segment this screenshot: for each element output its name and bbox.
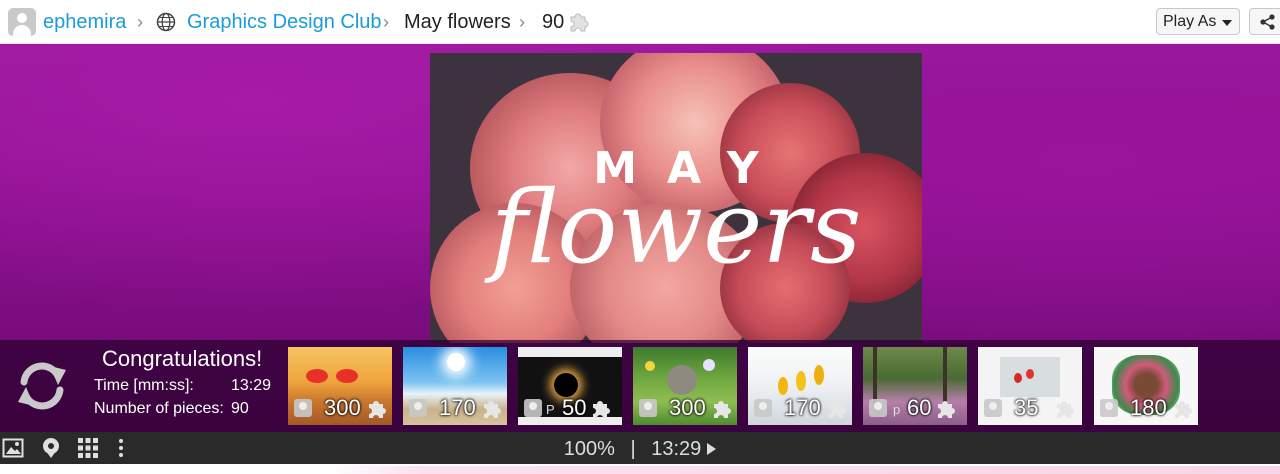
share-icon xyxy=(1260,14,1275,30)
puzzle-piece-icon xyxy=(938,401,955,418)
breadcrumb-piece-count: 90 xyxy=(542,11,565,33)
avatar-icon xyxy=(1100,399,1118,417)
piece-count: 170 xyxy=(784,395,821,420)
suggested-puzzle-thumbnail[interactable]: 35 xyxy=(978,347,1082,425)
piece-count: 170 xyxy=(439,395,476,420)
status-readout: 100% | 13:29 xyxy=(0,438,1280,461)
suggested-puzzle-thumbnail[interactable]: 180 xyxy=(1094,347,1198,425)
suggested-puzzle-thumbnail[interactable]: 300 xyxy=(288,347,392,425)
share-button[interactable] xyxy=(1249,8,1280,35)
timer-value: 13:29 xyxy=(651,438,702,460)
completed-puzzle-image[interactable]: MAY flowers xyxy=(430,53,922,343)
avatar-icon xyxy=(524,399,542,417)
avatar-icon xyxy=(869,399,887,417)
completion-panel: Congratulations! Time [mm:ss]: 13:29 Num… xyxy=(0,340,1280,432)
puzzle-piece-icon xyxy=(1175,401,1192,418)
status-separator: | xyxy=(630,438,636,460)
user-avatar-icon[interactable] xyxy=(8,8,36,36)
top-navigation-bar: ephemira › Graphics Design Club › May fl… xyxy=(0,0,1280,44)
suggested-puzzle-thumbnail[interactable]: 170 xyxy=(403,347,507,425)
breadcrumb-club-link[interactable]: Graphics Design Club xyxy=(187,10,382,34)
play-as-dropdown[interactable]: Play As xyxy=(1156,8,1240,35)
page-footer-strip xyxy=(0,464,1280,474)
refresh-icon[interactable] xyxy=(14,358,70,414)
puzzle-piece-icon xyxy=(369,401,386,418)
play-icon[interactable] xyxy=(707,443,717,455)
pieces-label: Number of pieces: xyxy=(94,400,224,417)
suggested-puzzle-thumbnail[interactable]: 300 xyxy=(633,347,737,425)
zoom-level[interactable]: 100% xyxy=(564,438,615,460)
time-label: Time [mm:ss]: xyxy=(94,377,194,394)
suggested-puzzle-thumbnail[interactable]: P 50 xyxy=(518,347,622,425)
congratulations-title: Congratulations! xyxy=(102,346,263,371)
avatar-icon xyxy=(294,399,312,417)
globe-icon xyxy=(156,12,176,32)
private-tag: P xyxy=(546,402,555,417)
caret-down-icon xyxy=(1222,20,1232,26)
avatar-icon xyxy=(754,399,772,417)
puzzle-piece-icon xyxy=(484,401,501,418)
chevron-right-icon: › xyxy=(383,12,389,32)
puzzle-piece-icon xyxy=(593,401,610,418)
avatar-icon xyxy=(984,399,1002,417)
piece-count: 180 xyxy=(1130,395,1167,420)
time-value: 13:29 xyxy=(231,377,272,394)
bottom-toolbar: 100% | 13:29 xyxy=(0,432,1280,464)
play-as-label: Play As xyxy=(1163,13,1217,30)
breadcrumb-user-link[interactable]: ephemira xyxy=(43,10,126,34)
pieces-value: 90 xyxy=(231,400,249,417)
avatar-icon xyxy=(639,399,657,417)
piece-count: 300 xyxy=(669,395,706,420)
piece-count: 300 xyxy=(324,395,361,420)
puzzle-piece-icon xyxy=(714,401,731,418)
piece-count: 60 xyxy=(907,395,932,420)
avatar-icon xyxy=(409,399,427,417)
breadcrumb-puzzle-title: May flowers xyxy=(404,11,511,33)
suggested-puzzle-thumbnail[interactable]: p 60 xyxy=(863,347,967,425)
puzzle-piece-icon xyxy=(829,401,846,418)
puzzle-piece-icon xyxy=(1057,401,1074,418)
suggested-puzzle-thumbnail[interactable]: 170 xyxy=(748,347,852,425)
piece-count: 35 xyxy=(1014,395,1039,420)
chevron-right-icon: › xyxy=(519,12,525,32)
puzzle-stage[interactable]: MAY flowers Congratulations! Time [mm:ss… xyxy=(0,44,1280,432)
image-text-flowers: flowers xyxy=(490,169,862,286)
chevron-right-icon: › xyxy=(137,12,143,32)
puzzle-piece-icon xyxy=(570,13,589,32)
piece-count: 50 xyxy=(562,395,587,420)
private-tag: p xyxy=(893,402,901,417)
